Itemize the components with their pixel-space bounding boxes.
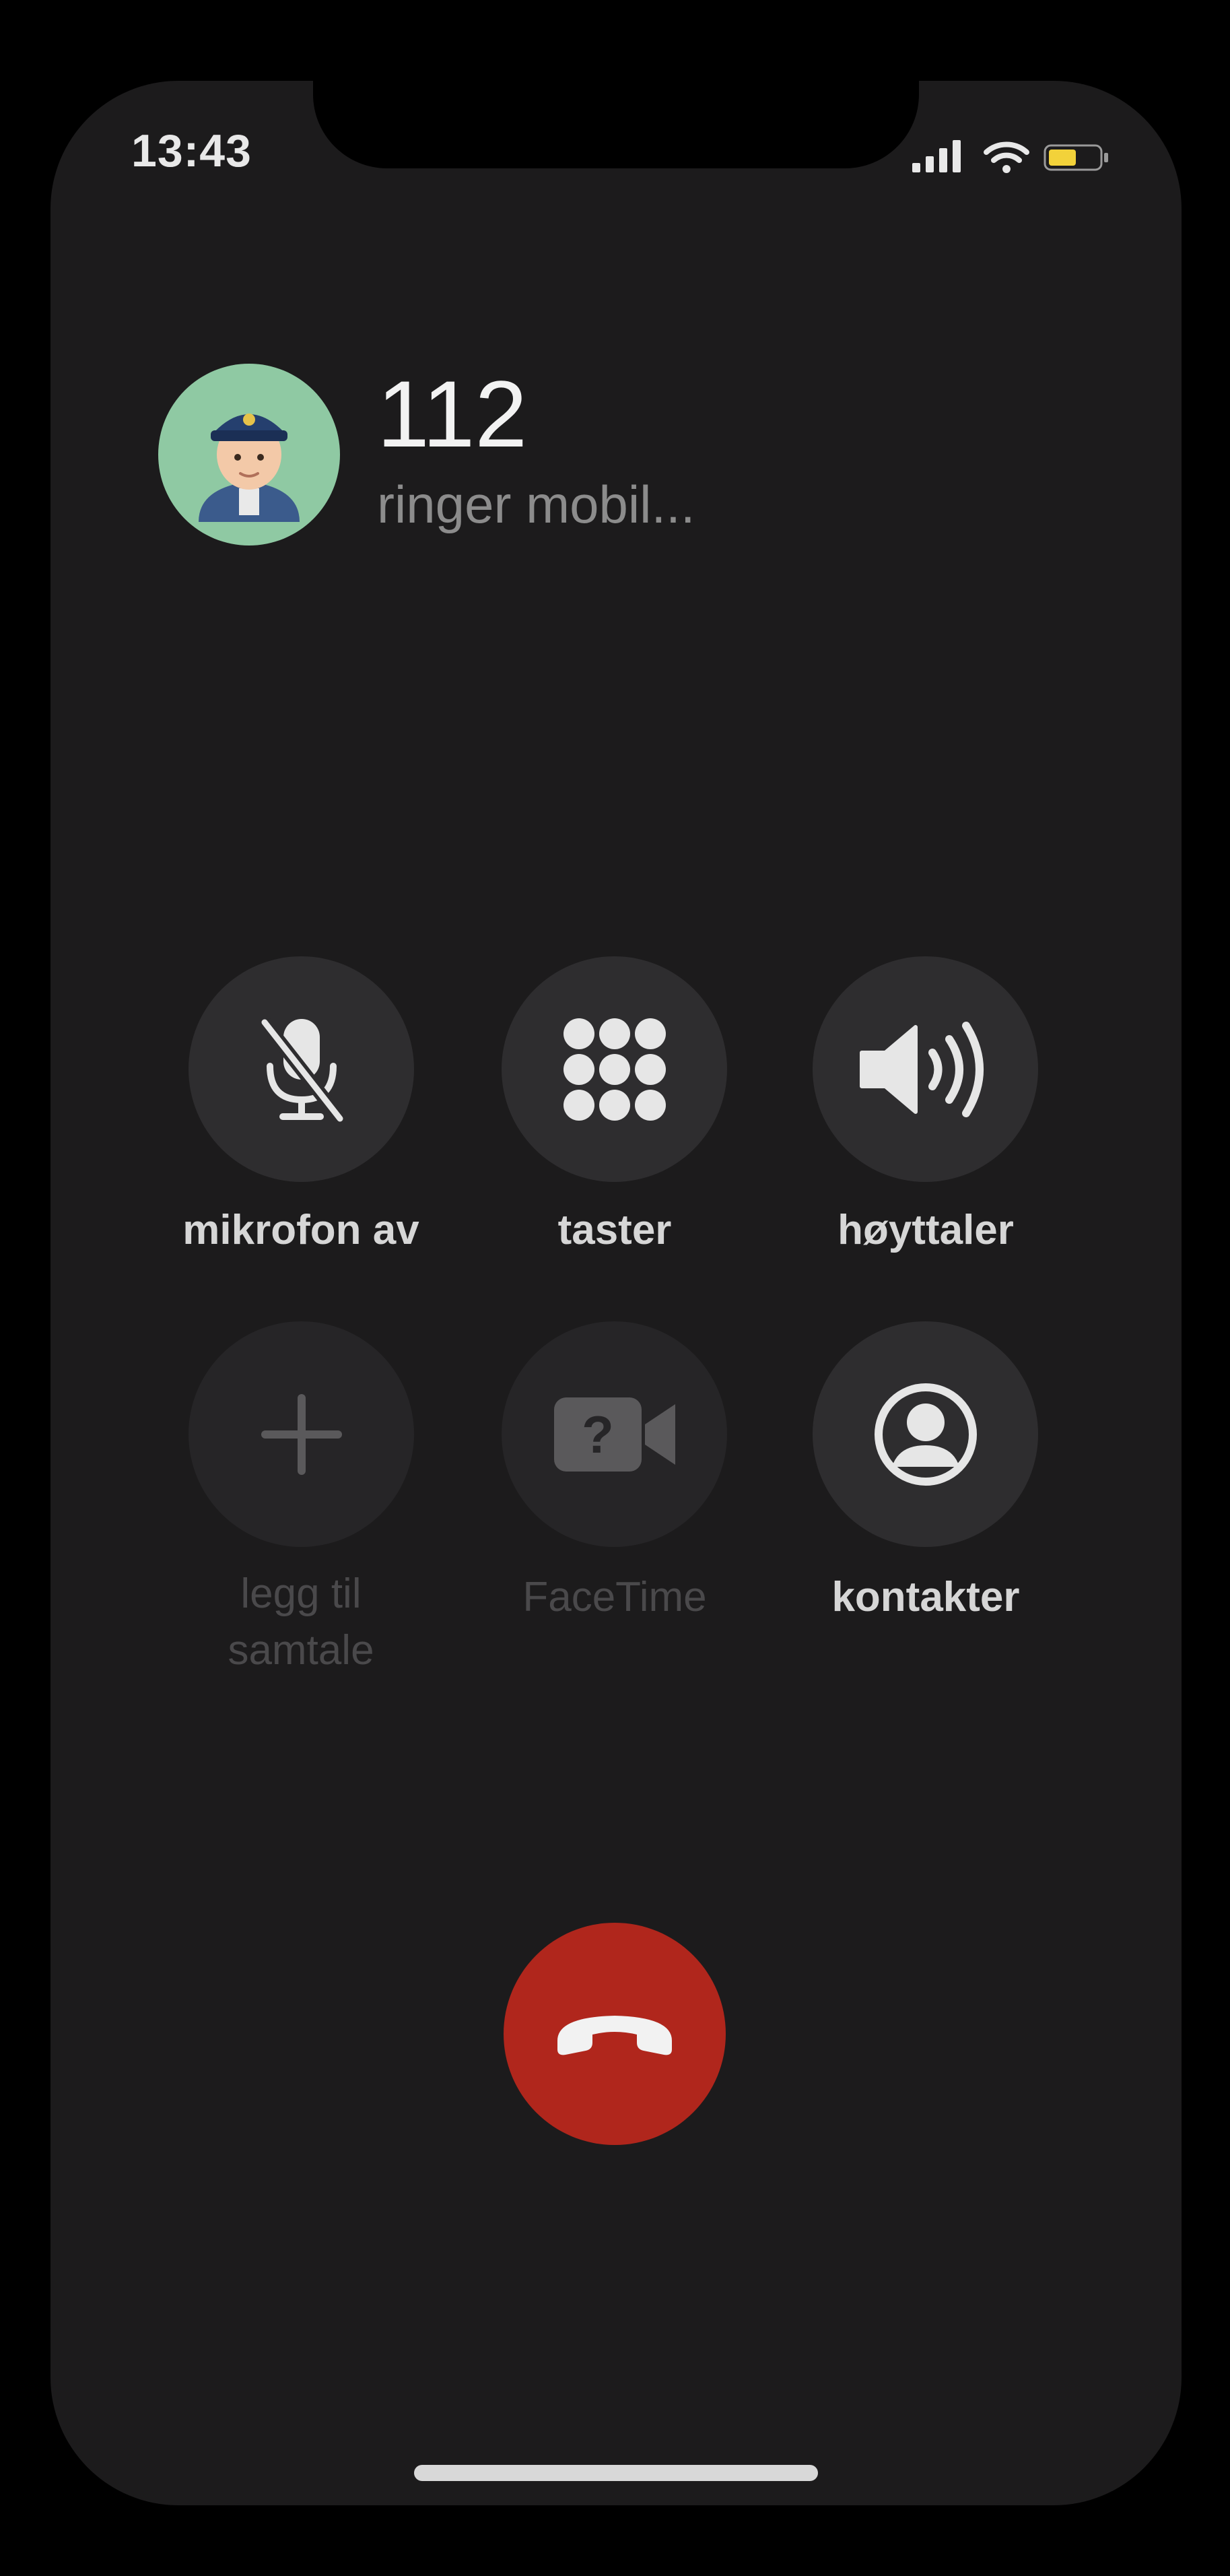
keypad-label: taster	[557, 1207, 672, 1253]
caller-avatar	[158, 364, 340, 546]
add-call-label: legg til samtale	[228, 1571, 374, 1674]
microphone-slash-icon	[259, 1018, 345, 1123]
keypad-button[interactable]	[502, 956, 727, 1182]
status-time: 13:43	[131, 125, 252, 176]
caller-number: 112	[377, 361, 528, 467]
cellular-signal-icon	[912, 140, 966, 174]
status-icons	[912, 140, 1114, 180]
mute-button[interactable]	[189, 956, 414, 1182]
home-indicator[interactable]	[414, 2465, 818, 2481]
mute-label: mikrofon av	[182, 1207, 419, 1253]
speaker-label: høyttaler	[838, 1207, 1014, 1253]
hang-up-icon	[557, 2016, 672, 2055]
svg-text:?: ?	[582, 1405, 614, 1464]
call-status: ringer mobil...	[377, 475, 695, 534]
contacts-button[interactable]	[813, 1321, 1038, 1547]
police-officer-icon	[199, 414, 300, 522]
facetime-video-icon: ?	[553, 1397, 675, 1472]
end-call-button[interactable]	[504, 1923, 726, 2145]
facetime-label: FaceTime	[522, 1574, 707, 1620]
add-call-button[interactable]	[189, 1321, 414, 1547]
speaker-icon	[859, 1021, 984, 1117]
speaker-button[interactable]	[813, 956, 1038, 1182]
keypad-icon	[563, 1018, 666, 1121]
notch	[313, 81, 919, 168]
wifi-icon	[983, 140, 1030, 174]
contacts-label: kontakter	[831, 1574, 1020, 1620]
battery-icon	[1044, 144, 1111, 171]
contact-icon	[874, 1383, 977, 1486]
plus-icon	[261, 1393, 342, 1475]
phone-screen: 13:43 112 ringer mobil... mikrofon av ta…	[50, 81, 1182, 2505]
facetime-button[interactable]: ?	[502, 1321, 727, 1547]
